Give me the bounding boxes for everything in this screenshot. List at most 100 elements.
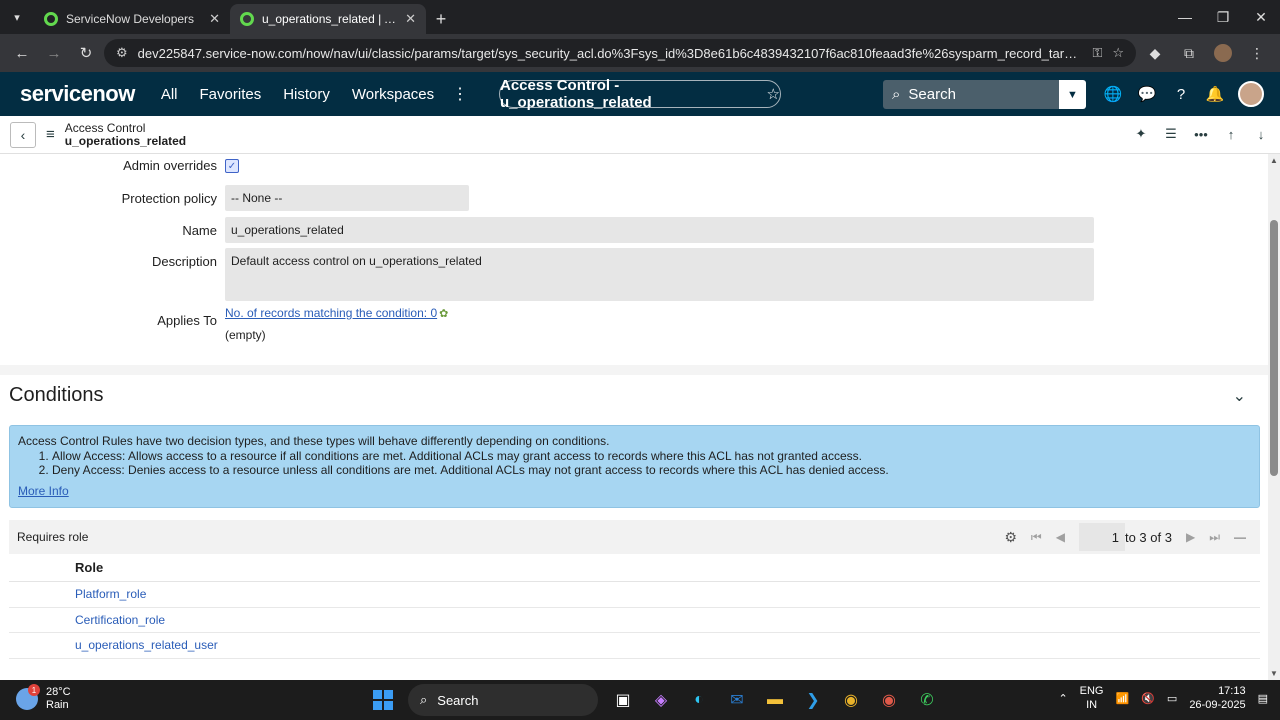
taskbar-search-label: Search [437,692,479,708]
windows-start-icon[interactable] [370,687,396,713]
context-title-pill[interactable]: Access Control - u_operations_related ☆ [499,77,781,111]
lang-code: ENG [1079,685,1104,697]
nav-all[interactable]: All [161,86,178,103]
minimize-icon[interactable]: — [1166,0,1204,34]
taskbar-search[interactable]: ⌕ Search [408,684,598,716]
servicenow-header: servicenow All Favorites History Workspa… [0,72,1280,116]
table-row: Certification_role [9,608,1260,633]
personalize-sliders-icon[interactable]: ☰ [1162,124,1180,144]
back-button[interactable]: ‹ [10,121,36,148]
close-tab-icon[interactable]: ✕ [405,11,416,27]
page-number-input[interactable]: 1 [1078,523,1125,551]
role-column-header[interactable]: Role [9,554,1260,582]
outlook-icon[interactable]: ✉ [724,687,750,713]
name-label: Name [182,223,217,238]
admin-overrides-checkbox[interactable]: ✓ [225,159,239,173]
collapse-chevron-icon[interactable]: ⌄ [1233,386,1246,406]
servicenow-logo[interactable]: servicenow [20,81,135,107]
windows-taskbar: 1 28°C Rain ⌕ Search ▣ ◈ ◐ ✉ ▬ ❯ ◉ ◉ ✆ ⌃… [0,680,1280,720]
form-menu-icon[interactable]: ≡ [46,126,55,143]
language-indicator[interactable]: ENG IN [1080,684,1104,712]
protection-policy-select[interactable]: -- None -- [225,185,469,211]
site-info-icon[interactable]: ⚙ [116,45,128,61]
more-info-link[interactable]: More Info [18,484,1251,499]
browser-tab-access-control[interactable]: u_operations_related | Access C ✕ [230,4,426,34]
sparkle-icon[interactable]: ✦ [1132,124,1150,144]
global-search-input[interactable]: ⌕ Search [883,80,1059,109]
address-bar[interactable]: ⚙ dev225847.service-now.com/now/nav/ui/c… [104,39,1136,67]
wifi-icon[interactable]: 📶 [1116,692,1130,705]
tab-search-menu-icon[interactable]: ▾ [0,0,34,34]
battery-icon[interactable]: ▭ [1167,692,1177,705]
previous-record-icon[interactable]: ↑ [1222,124,1240,144]
chat-icon[interactable]: 💬 [1136,80,1158,108]
more-actions-icon[interactable]: ••• [1192,124,1210,144]
forward-icon[interactable]: → [40,39,68,67]
help-icon[interactable]: ? [1170,80,1192,108]
role-link[interactable]: u_operations_related_user [75,638,218,652]
favorite-star-icon[interactable]: ☆ [767,85,780,103]
scrollbar-thumb[interactable] [1270,220,1278,476]
user-avatar[interactable] [1238,81,1264,107]
copilot-icon[interactable]: ◈ [648,687,674,713]
previous-page-icon[interactable]: ◀ [1056,530,1065,544]
info-item-deny: Deny Access: Denies access to a resource… [52,463,1251,478]
chrome-icon[interactable]: ◉ [838,687,864,713]
bookmark-star-icon[interactable]: ☆ [1112,45,1124,61]
role-link[interactable]: Certification_role [75,613,165,627]
page-scrollbar[interactable]: ▲ ▼ [1268,154,1280,680]
maximize-icon[interactable]: ❐ [1204,0,1242,34]
form-header: ‹ ≡ Access Control u_operations_related … [0,116,1280,154]
scroll-down-icon[interactable]: ▼ [1270,669,1278,678]
whatsapp-icon[interactable]: ✆ [914,687,940,713]
close-tab-icon[interactable]: ✕ [209,11,220,27]
role-link[interactable]: Platform_role [75,587,146,601]
close-window-icon[interactable]: ✕ [1242,0,1280,34]
notification-center-icon[interactable]: ▤ [1258,692,1268,705]
password-key-icon[interactable]: ⚿ [1092,45,1102,61]
weather-desc: Rain [46,699,69,711]
condition-builder-icon[interactable]: ✿ [439,307,448,320]
globe-icon[interactable]: 🌐 [1102,80,1124,108]
first-page-icon[interactable]: ⏮ [1031,530,1042,545]
file-explorer-icon[interactable]: ▬ [762,687,788,713]
collapse-list-icon[interactable]: — [1234,530,1246,544]
scroll-up-icon[interactable]: ▲ [1270,156,1278,165]
volume-muted-icon[interactable]: 🔇 [1141,692,1155,705]
nav-favorites[interactable]: Favorites [200,86,262,103]
browser-tab-developers[interactable]: ServiceNow Developers ✕ [34,4,230,34]
browser-tab-bar: ▾ ServiceNow Developers ✕ u_operations_r… [0,0,1280,34]
chrome-profile-icon[interactable]: ◉ [876,687,902,713]
weather-widget[interactable]: 1 28°C Rain [16,684,71,712]
profile-avatar[interactable] [1208,39,1238,67]
new-tab-icon[interactable]: + [426,4,456,34]
description-field[interactable]: Default access control on u_operations_r… [225,248,1094,301]
search-scope-dropdown-icon[interactable]: ▼ [1059,80,1086,109]
global-search[interactable]: ⌕ Search ▼ [883,80,1086,109]
nav-workspaces[interactable]: Workspaces [352,86,434,103]
list-settings-gear-icon[interactable]: ⚙ [1004,529,1017,546]
vscode-icon[interactable]: ❯ [800,687,826,713]
reload-icon[interactable]: ↻ [72,39,100,67]
task-view-icon[interactable]: ▣ [610,687,636,713]
extension-icon[interactable]: ◆ [1140,39,1170,67]
pagination-controls: ⚙ ⏮ ◀ 1 to 3 of 3 ▶ ⏭ — [1004,520,1246,554]
url-text[interactable]: dev225847.service-now.com/now/nav/ui/cla… [138,46,1083,61]
next-record-icon[interactable]: ↓ [1252,124,1270,144]
notifications-bell-icon[interactable]: 🔔 [1204,80,1226,108]
page-range-text: to 3 of 3 [1124,529,1172,545]
extensions-puzzle-icon[interactable]: ⧉ [1174,39,1204,67]
name-field[interactable]: u_operations_related [225,217,1094,243]
nav-history[interactable]: History [283,86,330,103]
browser-menu-icon[interactable]: ⋮ [1242,39,1272,67]
browser-toolbar: ← → ↻ ⚙ dev225847.service-now.com/now/na… [0,34,1280,72]
records-matching-link[interactable]: No. of records matching the condition: 0 [225,306,437,320]
more-menu-icon[interactable]: ⋮ [452,84,468,104]
edge-browser-icon[interactable]: ◐ [686,687,712,713]
tray-overflow-chevron-icon[interactable]: ⌃ [1058,692,1067,705]
last-page-icon[interactable]: ⏭ [1209,530,1220,545]
clock-date: 26-09-2025 [1189,699,1246,711]
next-page-icon[interactable]: ▶ [1186,530,1195,544]
clock[interactable]: 17:13 26-09-2025 [1189,684,1245,712]
back-icon[interactable]: ← [8,39,36,67]
